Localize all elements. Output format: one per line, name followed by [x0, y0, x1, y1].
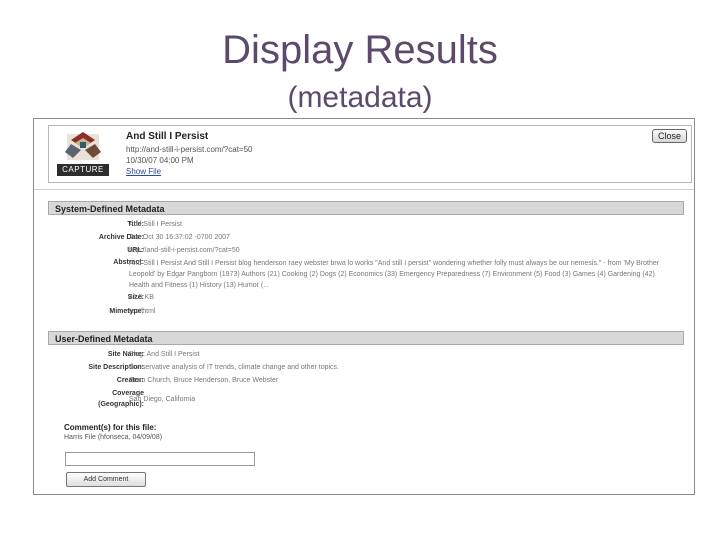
user-metadata-heading: User-Defined Metadata [48, 331, 684, 345]
site-title: And Still I Persist [126, 131, 209, 142]
archive-date-value: Tue Oct 30 16:37:02 -0700 2007 [129, 234, 230, 241]
creator-value: Sean Church, Bruce Henderson, Bruce Webs… [129, 377, 279, 384]
site-name-value: Blog: And Still I Persist [129, 351, 200, 358]
slide-subtitle: (metadata) [287, 81, 433, 114]
system-metadata-heading: System-Defined Metadata [48, 201, 684, 215]
url-label: URL: [127, 247, 144, 254]
size-label: Size: [127, 294, 144, 301]
comments-label: Comment(s) for this file: [64, 423, 157, 432]
divider [34, 189, 694, 190]
capture-date: 10/30/07 04:00 PM [126, 156, 194, 165]
title-value: And Still I Persist [129, 221, 182, 228]
url-value[interactable]: http://and-still-i-persist.com/?cat=50 [129, 247, 240, 254]
abstract-value: And Still I Persist And Still I Persist … [129, 260, 660, 289]
size-value: 41.5 KB [129, 294, 154, 301]
creator-label: Creator: [116, 377, 144, 384]
mimetype-label: Mimetype: [109, 308, 144, 315]
browser-screenshot: CAPTURE And Still I Persist http://and-s… [33, 118, 695, 495]
archive-date-label: Archive Date: [98, 234, 144, 241]
capture-header: CAPTURE And Still I Persist http://and-s… [48, 125, 692, 183]
add-comment-button[interactable]: Add Comment [66, 472, 146, 487]
capture-logo-icon [65, 132, 101, 160]
comment-input[interactable] [65, 452, 255, 466]
site-name-label: Site Name: [107, 351, 144, 358]
title-label: Title: [127, 221, 144, 228]
capture-logo-label: CAPTURE [57, 164, 109, 176]
capture-logo: CAPTURE [57, 130, 109, 176]
close-button[interactable]: Close [652, 129, 687, 143]
abstract-label: Abstract: [113, 259, 144, 266]
site-url[interactable]: http://and-still-i-persist.com/?cat=50 [126, 145, 253, 154]
slide-title: Display Results [222, 28, 498, 72]
coverage-sublabel: (Geographic): [98, 401, 144, 408]
mimetype-value: text/html [129, 308, 156, 315]
comment-entry: Harris File (hfonseca, 04/09/08) [64, 434, 163, 441]
show-file-link[interactable]: Show File [126, 167, 161, 176]
site-description-value: Conservative analysis of IT trends, clim… [129, 364, 339, 371]
site-description-label: Site Description: [88, 364, 144, 371]
coverage-label: Coverage [112, 390, 144, 397]
